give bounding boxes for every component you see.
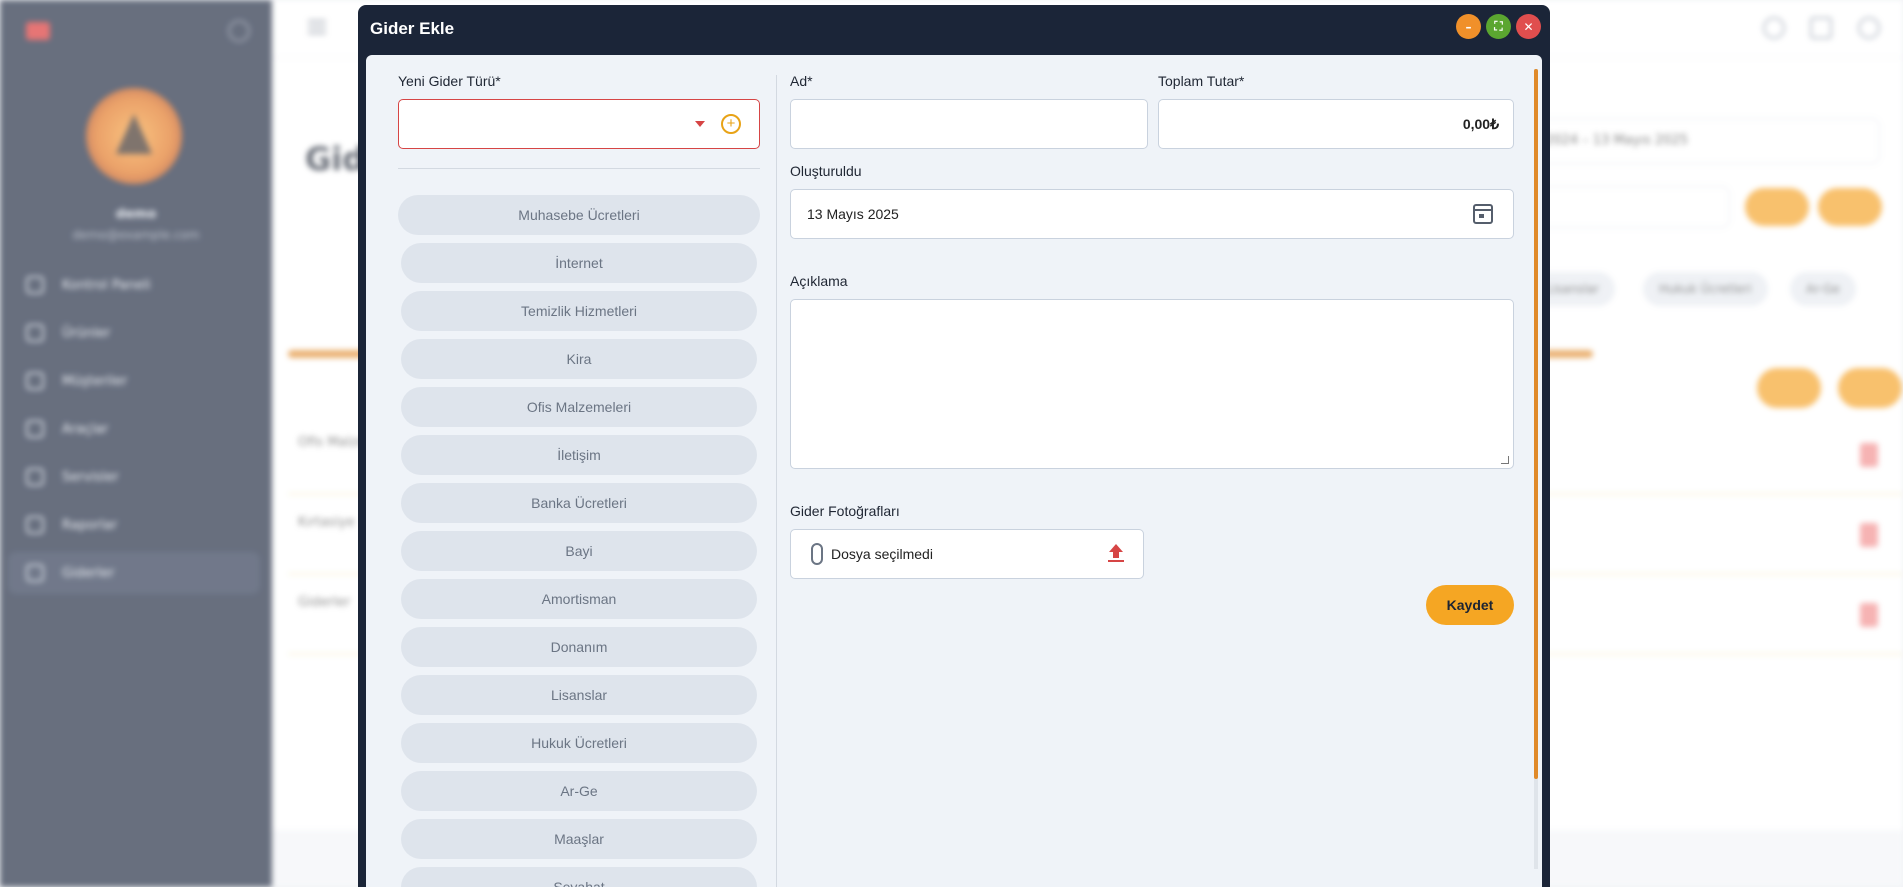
file-status: Dosya seçilmedi bbox=[831, 546, 933, 562]
add-expense-dialog: Gider Ekle – ⛶ ✕ Yeni Gider Türü* + Muha… bbox=[358, 5, 1550, 887]
divider bbox=[398, 168, 760, 169]
description-label: Açıklama bbox=[790, 273, 848, 289]
calendar-icon[interactable] bbox=[1473, 204, 1493, 224]
photos-label: Gider Fotoğrafları bbox=[790, 503, 900, 519]
plus-circle-icon[interactable]: + bbox=[721, 114, 741, 134]
upload-icon[interactable] bbox=[1107, 544, 1125, 564]
dialog-title: Gider Ekle bbox=[370, 19, 455, 38]
expense-type-option[interactable]: Muhasebe Ücretleri bbox=[398, 195, 760, 235]
expense-type-option[interactable]: İnternet bbox=[401, 243, 757, 283]
expense-type-option[interactable]: Hukuk Ücretleri bbox=[401, 723, 757, 763]
expense-type-option[interactable]: Seyahat bbox=[401, 867, 757, 887]
expense-type-option[interactable]: Amortisman bbox=[401, 579, 757, 619]
column-divider bbox=[776, 75, 777, 887]
paperclip-icon bbox=[811, 543, 823, 565]
file-input[interactable]: Dosya seçilmedi bbox=[790, 529, 1144, 579]
expense-type-option[interactable]: Kira bbox=[401, 339, 757, 379]
expense-type-select[interactable]: + bbox=[398, 99, 760, 149]
scrollbar-thumb[interactable] bbox=[1534, 69, 1538, 779]
dialog-body: Yeni Gider Türü* + Muhasebe Ücretleri İn… bbox=[366, 55, 1542, 887]
minimize-icon[interactable]: – bbox=[1456, 14, 1481, 39]
chevron-down-icon[interactable] bbox=[695, 121, 705, 127]
save-button[interactable]: Kaydet bbox=[1426, 585, 1514, 625]
expense-type-option[interactable]: Bayi bbox=[401, 531, 757, 571]
close-icon[interactable]: ✕ bbox=[1516, 14, 1541, 39]
maximize-icon[interactable]: ⛶ bbox=[1486, 14, 1511, 39]
name-input[interactable] bbox=[790, 99, 1148, 149]
name-label: Ad* bbox=[790, 73, 813, 89]
description-textarea[interactable] bbox=[790, 299, 1514, 469]
expense-type-option[interactable]: Donanım bbox=[401, 627, 757, 667]
resize-handle-icon[interactable] bbox=[1501, 456, 1509, 464]
expense-type-option[interactable]: İletişim bbox=[401, 435, 757, 475]
created-label: Oluşturuldu bbox=[790, 163, 862, 179]
created-date-input[interactable]: 13 Mayıs 2025 bbox=[790, 189, 1514, 239]
expense-type-option[interactable]: Maaşlar bbox=[401, 819, 757, 859]
expense-type-option[interactable]: Ofis Malzemeleri bbox=[401, 387, 757, 427]
expense-type-label: Yeni Gider Türü* bbox=[398, 73, 501, 89]
total-amount-label: Toplam Tutar* bbox=[1158, 73, 1245, 89]
expense-type-option[interactable]: Temizlik Hizmetleri bbox=[401, 291, 757, 331]
created-date-value: 13 Mayıs 2025 bbox=[807, 206, 899, 222]
expense-type-option[interactable]: Ar-Ge bbox=[401, 771, 757, 811]
expense-type-option[interactable]: Banka Ücretleri bbox=[401, 483, 757, 523]
total-amount-input[interactable]: 0,00₺ bbox=[1158, 99, 1514, 149]
expense-type-option[interactable]: Lisanslar bbox=[401, 675, 757, 715]
